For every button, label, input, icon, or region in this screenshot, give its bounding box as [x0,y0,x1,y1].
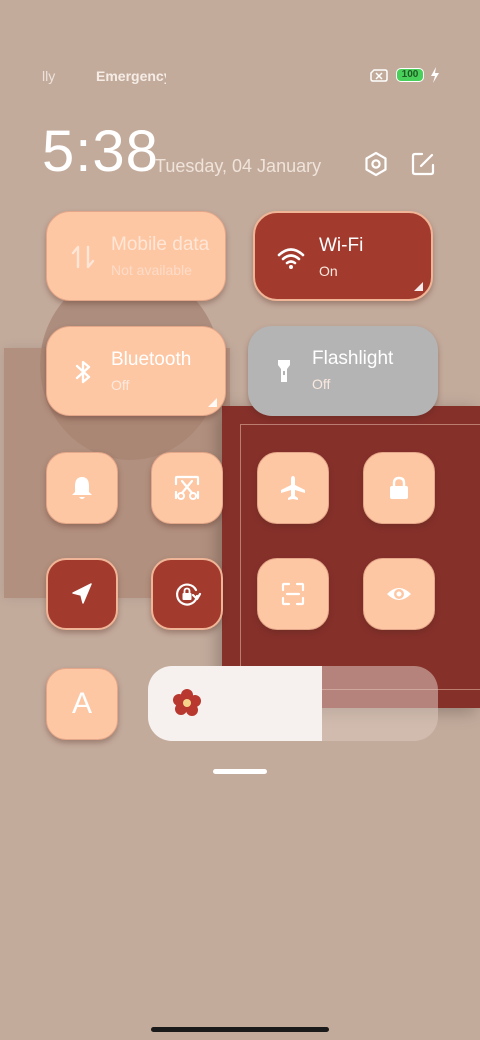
carrier-label: Emergency [96,68,166,84]
carrier-label: lly [42,68,56,84]
location-toggle[interactable] [46,558,118,630]
airplane-mode-toggle[interactable] [257,452,329,524]
flashlight-status: Off [312,376,331,392]
bluetooth-icon [75,360,91,384]
drag-handle[interactable] [213,769,267,774]
mobile-data-status: Not available [111,262,192,278]
no-sim-icon [370,69,388,82]
navigation-bar[interactable] [151,1027,329,1032]
flashlight-tile[interactable]: Flashlight Off [248,326,438,416]
expand-indicator-icon [208,398,217,407]
scanner-toggle[interactable] [257,558,329,630]
lock-screen-toggle[interactable] [363,452,435,524]
lock-icon [390,476,408,499]
wifi-title: Wi-Fi [319,235,364,256]
flower-brightness-icon [173,689,201,716]
wifi-icon [277,248,305,269]
screenshot-scissors-icon [174,475,200,500]
wifi-status: On [319,263,338,279]
flashlight-icon [278,360,290,382]
airplane-icon [281,476,305,500]
wifi-tile[interactable]: Wi-Fi On [253,211,433,301]
brightness-slider[interactable] [148,666,438,741]
settings-icon[interactable] [362,150,390,178]
reading-mode-toggle[interactable] [363,558,435,630]
battery-icon: 100 [396,68,424,82]
edit-icon[interactable] [409,150,437,178]
date-label: Tuesday, 04 January [155,156,322,176]
font-icon: A [71,687,92,720]
screenshot-toggle[interactable] [151,452,223,524]
scan-icon [281,582,305,606]
sound-toggle[interactable] [46,452,118,524]
expand-indicator-icon [414,282,423,291]
mobile-data-tile[interactable]: Mobile data Not available [46,211,226,301]
mobile-data-title: Mobile data [111,234,210,255]
flashlight-title: Flashlight [312,348,394,369]
bluetooth-title: Bluetooth [111,349,192,370]
charging-icon [431,67,439,83]
rotation-lock-toggle[interactable] [151,558,223,630]
mobile-data-icon [71,245,95,269]
bluetooth-status: Off [111,377,130,393]
clock: 5:38 [42,119,159,184]
eye-icon [387,588,411,600]
rotation-lock-icon [176,583,202,606]
bluetooth-tile[interactable]: Bluetooth Off [46,326,226,416]
font-size-toggle[interactable]: A [46,668,118,740]
location-icon [72,583,92,604]
bell-icon [72,477,92,499]
